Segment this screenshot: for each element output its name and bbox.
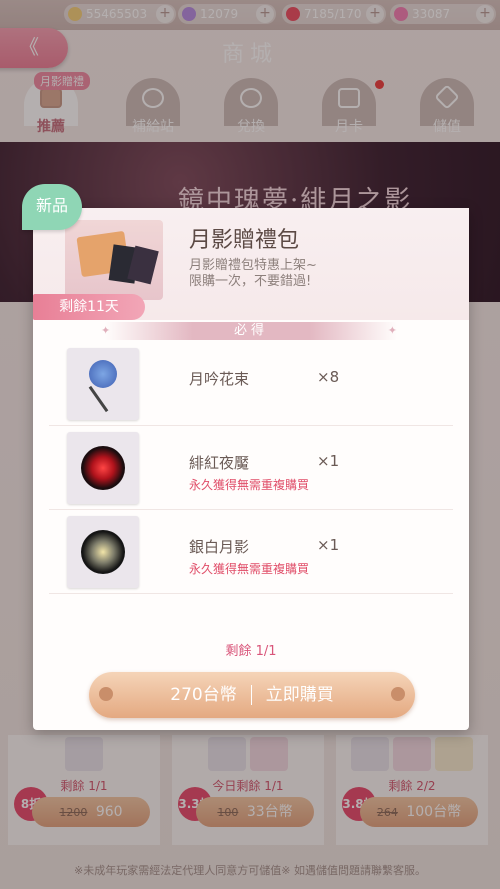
silver-moon-icon — [67, 516, 139, 588]
list-item[interactable]: 月吟花束 ×8 — [49, 344, 453, 426]
purchase-remaining: 剩餘 1/1 — [225, 644, 277, 659]
guaranteed-label: 必得 — [101, 322, 401, 340]
remaining-days-tag: 剩餘11天 — [33, 294, 145, 320]
list-item[interactable]: 銀白月影 ×1 永久獲得無需重複購買 — [49, 512, 453, 594]
buy-now-button[interactable]: 270台幣 立即購買 — [89, 672, 415, 718]
package-title: 月影贈禮包 — [189, 228, 300, 253]
package-image — [65, 220, 163, 300]
crimson-moon-icon — [67, 432, 139, 504]
package-description: 月影贈禮包特惠上架~ 限購一次，不要錯過! — [189, 258, 317, 289]
list-item[interactable]: 緋紅夜魘 ×1 永久獲得無需重複購買 — [49, 428, 453, 510]
package-detail-popup: 月影贈禮包 月影贈禮包特惠上架~ 限購一次，不要錯過! 必得 月吟花束 ×8 緋… — [33, 208, 469, 730]
bouquet-icon — [67, 348, 139, 420]
new-badge: 新品 — [22, 184, 82, 230]
